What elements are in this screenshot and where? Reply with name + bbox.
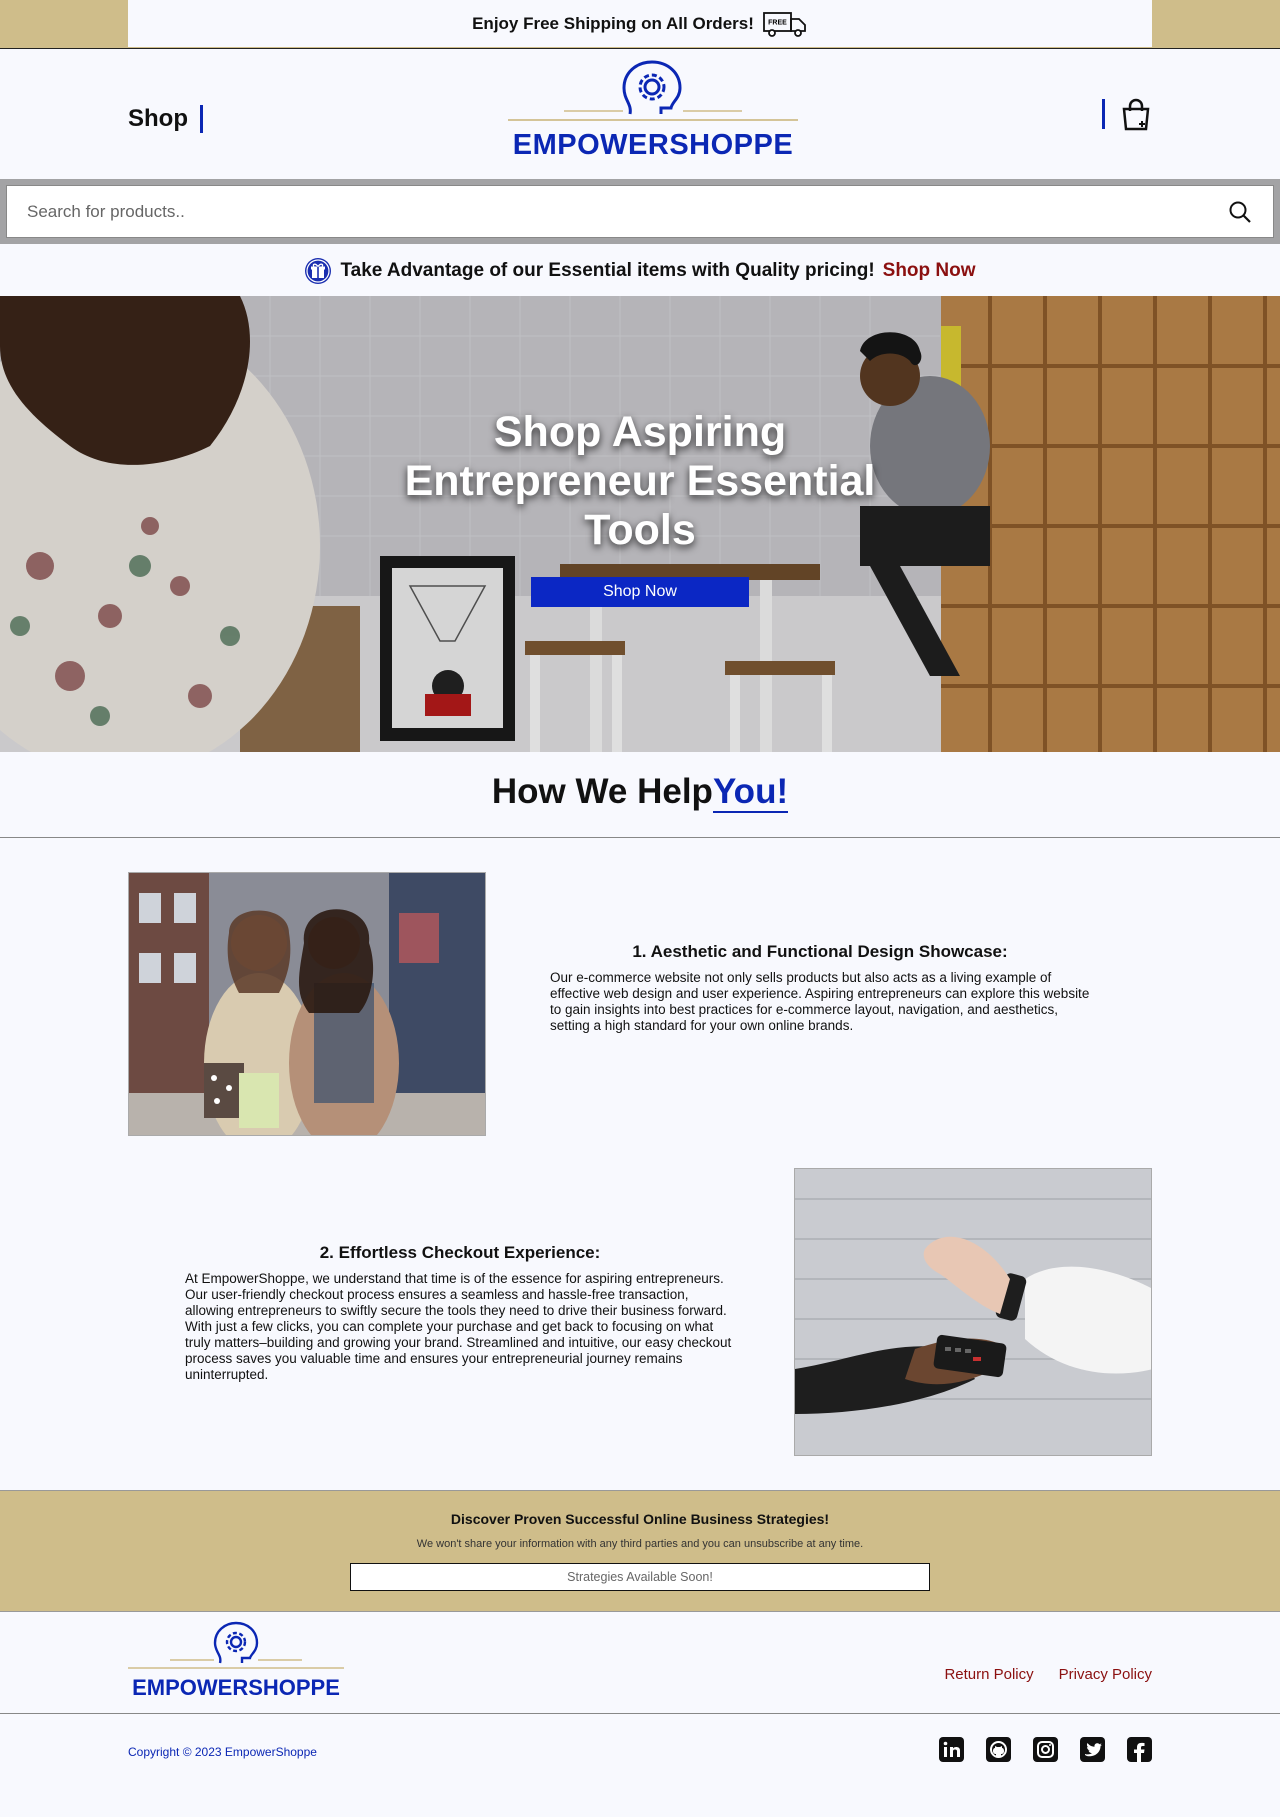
card-payment-image: [794, 1168, 1152, 1456]
feature-2-body: At EmpowerShoppe, we understand that tim…: [185, 1271, 732, 1382]
shipping-banner: Enjoy Free Shipping on All Orders! FREE: [0, 0, 1280, 49]
linkedin-icon[interactable]: [939, 1737, 964, 1762]
social-links: [939, 1737, 1152, 1762]
copyright-text: Copyright © 2023 EmpowerShoppe: [128, 1745, 317, 1759]
shipping-banner-inner: Enjoy Free Shipping on All Orders! FREE: [128, 0, 1152, 47]
footer-divider: [0, 1713, 1280, 1714]
return-policy-link[interactable]: Return Policy: [944, 1666, 1033, 1683]
shop-nav-link[interactable]: Shop: [128, 105, 188, 133]
feature-1-body: Our e-commerce website not only sells pr…: [550, 970, 1090, 1033]
hero-title: Shop Aspiring Entrepreneur Essential Too…: [404, 408, 876, 554]
footer-logo[interactable]: EMPOWERSHOPPE: [128, 1620, 344, 1700]
feature-1-title: 1. Aesthetic and Functional Design Showc…: [632, 942, 1008, 961]
search-box: [6, 185, 1274, 238]
site-header: Shop EMPOWERSHOPPE: [0, 49, 1280, 179]
delivery-truck-icon: FREE: [762, 11, 806, 37]
github-icon[interactable]: [986, 1737, 1011, 1762]
facebook-icon[interactable]: [1127, 1737, 1152, 1762]
truck-badge-text: FREE: [768, 19, 787, 26]
gift-icon: [305, 258, 332, 284]
section-title: How We HelpYou!: [0, 772, 1280, 813]
section-title-accent: You!: [712, 772, 789, 813]
section-title-main: How We Help: [491, 772, 713, 811]
promo-shop-now-link[interactable]: Shop Now: [883, 260, 976, 282]
footer-links: Return Policy Privacy Policy: [944, 1666, 1152, 1683]
footer-logo-text: EMPOWERSHOPPE: [132, 1675, 340, 1700]
newsletter-title: Discover Proven Successful Online Busine…: [450, 1511, 830, 1527]
feature-2-title: 2. Effortless Checkout Experience:: [319, 1243, 601, 1262]
twitter-icon[interactable]: [1080, 1737, 1105, 1762]
shopping-bag-icon[interactable]: [1120, 97, 1152, 131]
hero-banner: Shop Aspiring Entrepreneur Essential Too…: [0, 296, 1280, 752]
shop-divider: [200, 105, 203, 133]
head-gear-logo-icon: [508, 60, 798, 121]
hero-shop-now-button[interactable]: Shop Now: [531, 577, 749, 607]
newsletter-subtitle: We won't share your information with any…: [416, 1538, 864, 1550]
brand-logo[interactable]: EMPOWERSHOPPE: [508, 59, 798, 161]
instagram-icon[interactable]: [1033, 1737, 1058, 1762]
shipping-banner-text: Enjoy Free Shipping on All Orders!: [472, 13, 754, 33]
footer-head-gear-logo-icon: [128, 1621, 344, 1669]
cart-divider: [1102, 99, 1105, 129]
newsletter-section: Discover Proven Successful Online Busine…: [0, 1490, 1280, 1612]
promo-text: Take Advantage of our Essential items wi…: [340, 260, 875, 281]
search-icon[interactable]: [1227, 199, 1253, 225]
brand-logo-text: EMPOWERSHOPPE: [512, 129, 794, 161]
privacy-policy-link[interactable]: Privacy Policy: [1059, 1666, 1152, 1683]
search-input[interactable]: [27, 201, 1227, 222]
shopping-friends-image: [128, 872, 486, 1136]
search-bar: [0, 179, 1280, 244]
section-divider: [0, 837, 1280, 838]
promo-strip: Take Advantage of our Essential items wi…: [0, 246, 1280, 296]
newsletter-field[interactable]: Strategies Available Soon!: [350, 1563, 930, 1591]
